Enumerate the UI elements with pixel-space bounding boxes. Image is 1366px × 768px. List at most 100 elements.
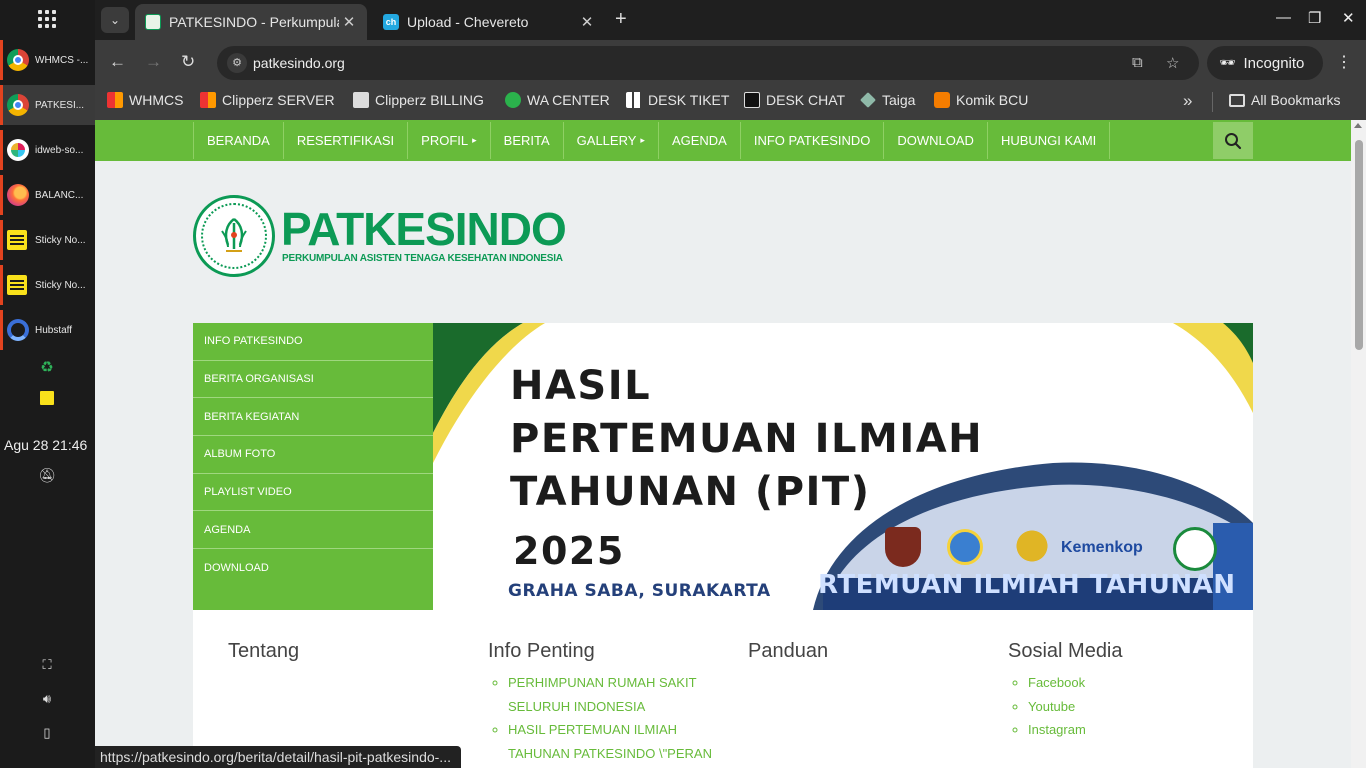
taskbar-item-slack[interactable]: idweb-so... xyxy=(0,130,95,170)
bookmark-label: Komik BCU xyxy=(956,92,1029,108)
app-grid-icon[interactable] xyxy=(36,9,58,29)
translate-icon[interactable]: ⧉ xyxy=(1132,54,1143,71)
footer-sosial-media: Sosial Media Facebook Youtube Instagram xyxy=(1008,640,1123,742)
side-berita-kegiatan[interactable]: BERITA KEGIATAN xyxy=(193,398,433,437)
url-text[interactable]: patkesindo.org xyxy=(253,55,345,71)
tab-patkesindo[interactable]: PATKESINDO - Perkumpulan ✕ xyxy=(135,4,367,40)
garuda-icon xyxy=(1007,523,1057,569)
taskbar-item-label: WHMCS -... xyxy=(35,54,89,66)
incognito-label: Incognito xyxy=(1243,54,1305,72)
logo-emblem-icon xyxy=(221,218,247,252)
stage-backdrop-text: RTEMUAN ILMIAH TAHUNAN xyxy=(818,570,1236,600)
bookmark-star-icon[interactable]: ☆ xyxy=(1166,54,1179,72)
bookmark-clipperz-server[interactable]: Clipperz SERVER xyxy=(200,92,335,108)
info-link-text[interactable]: PERHIMPUNAN RUMAH SAKIT SELURUH INDONESI… xyxy=(508,675,696,714)
brand-name[interactable]: PATKESINDO xyxy=(281,202,567,256)
bookmark-desk-tiket[interactable]: DESK TIKET xyxy=(626,92,729,108)
site-info-icon[interactable]: ⚙ xyxy=(227,53,247,73)
tab-search-button[interactable]: ⌄ xyxy=(101,7,129,33)
nav-resertifikasi[interactable]: RESERTIFIKASI xyxy=(284,122,409,159)
footer-heading: Tentang xyxy=(228,640,300,662)
link-text[interactable]: Instagram xyxy=(1028,722,1086,737)
patkesindo-logo[interactable] xyxy=(193,195,275,277)
address-bar[interactable]: ⚙ patkesindo.org ⧉ ☆ xyxy=(217,46,1199,80)
search-button[interactable] xyxy=(1213,122,1253,159)
back-icon[interactable]: ← xyxy=(109,52,126,72)
link-text[interactable]: Youtube xyxy=(1028,699,1075,714)
taskbar-item-label: Sticky No... xyxy=(35,234,86,246)
reload-icon[interactable]: ↻ xyxy=(181,52,195,72)
bookmark-clipperz-billing[interactable]: Clipperz BILLING xyxy=(353,92,484,108)
battery-icon[interactable]: ▯ xyxy=(37,725,57,745)
taskbar-item-hubstaff[interactable]: Hubstaff xyxy=(0,310,95,350)
forward-icon[interactable]: → xyxy=(145,52,162,72)
network-icon[interactable]: ⛶ xyxy=(37,657,57,677)
hero-banner[interactable]: HASIL PERTEMUAN ILMIAH TAHUNAN (PIT) 202… xyxy=(433,323,1253,610)
info-link[interactable]: PERHIMPUNAN RUMAH SAKIT SELURUH INDONESI… xyxy=(508,671,718,718)
link-status-bar: https://patkesindo.org/berita/detail/has… xyxy=(95,746,461,768)
clock[interactable]: Agu 28 21:46 xyxy=(4,437,87,453)
bookmark-taiga[interactable]: Taiga xyxy=(860,92,915,108)
all-bookmarks-button[interactable]: All Bookmarks xyxy=(1229,92,1340,108)
footer-panduan: Panduan xyxy=(748,640,828,671)
tab-title: PATKESINDO - Perkumpulan xyxy=(169,14,339,30)
side-info-patkesindo[interactable]: INFO PATKESINDO xyxy=(193,323,433,361)
scroll-up-icon[interactable] xyxy=(1354,123,1362,128)
side-playlist-video[interactable]: PLAYLIST VIDEO xyxy=(193,474,433,512)
tab-chevereto[interactable]: ch Upload - Chevereto ✕ xyxy=(373,4,605,40)
notifications-muted-icon[interactable]: 🔕︎ xyxy=(37,467,57,487)
side-download[interactable]: DOWNLOAD xyxy=(193,549,433,587)
more-bookmarks-icon[interactable]: » xyxy=(1183,91,1192,111)
bookmark-desk-chat[interactable]: DESK CHAT xyxy=(744,92,845,108)
taskbar-item-label: idweb-so... xyxy=(35,144,84,156)
facebook-link[interactable]: Facebook xyxy=(1028,671,1123,695)
sticky-tray-icon[interactable] xyxy=(37,391,57,411)
banner-line2: PERTEMUAN ILMIAH xyxy=(510,416,984,462)
recycle-icon[interactable]: ♻ xyxy=(37,358,57,378)
nav-profil[interactable]: PROFIL ▸ xyxy=(408,122,491,159)
bookmark-label: WHMCS xyxy=(129,92,184,108)
taskbar-item-label: PATKESI... xyxy=(35,99,85,111)
taskbar-item-patkesindo[interactable]: PATKESI... xyxy=(0,85,95,125)
menu-icon[interactable]: ⋮ xyxy=(1336,52,1352,72)
bookmark-whmcs[interactable]: WHMCS xyxy=(107,92,183,108)
close-window-icon[interactable]: ✕ xyxy=(1342,9,1355,27)
tab-strip: ⌄ PATKESINDO - Perkumpulan ✕ ch Upload -… xyxy=(95,0,1366,40)
nav-beranda[interactable]: BERANDA xyxy=(194,122,284,159)
page-scrollbar[interactable] xyxy=(1351,120,1366,768)
nav-agenda[interactable]: AGENDA xyxy=(659,122,741,159)
side-berita-organisasi[interactable]: BERITA ORGANISASI xyxy=(193,361,433,399)
nav-info-patkesindo[interactable]: INFO PATKESINDO xyxy=(741,122,885,159)
taskbar-item-firefox[interactable]: BALANC... xyxy=(0,175,95,215)
toolbar: ← → ↻ ⚙ patkesindo.org ⧉ ☆ 🕶︎ Incognito … xyxy=(95,40,1366,84)
restore-icon[interactable]: ❐ xyxy=(1308,9,1321,27)
nav-berita[interactable]: BERITA xyxy=(491,122,564,159)
nav-hubungi-kami[interactable]: HUBUNGI KAMI xyxy=(988,122,1111,159)
side-album-foto[interactable]: ALBUM FOTO xyxy=(193,436,433,474)
link-text[interactable]: Facebook xyxy=(1028,675,1085,690)
bookmark-komik-bcu[interactable]: Komik BCU xyxy=(934,92,1028,108)
side-agenda[interactable]: AGENDA xyxy=(193,511,433,550)
nav-gallery[interactable]: GALLERY ▸ xyxy=(564,122,659,159)
instagram-link[interactable]: Instagram xyxy=(1028,718,1123,742)
taskbar-item-sticky-2[interactable]: Sticky No... xyxy=(0,265,95,305)
bookmark-wa-center[interactable]: WA CENTER xyxy=(505,92,610,108)
clipperz-icon xyxy=(200,92,216,108)
nav-download[interactable]: DOWNLOAD xyxy=(884,122,988,159)
youtube-link[interactable]: Youtube xyxy=(1028,695,1123,719)
taskbar: WHMCS -... PATKESI... idweb-so... BALANC… xyxy=(0,0,95,768)
info-link[interactable]: HASIL PERTEMUAN ILMIAH TAHUNAN PATKESIND… xyxy=(508,718,718,765)
taskbar-item-sticky-1[interactable]: Sticky No... xyxy=(0,220,95,260)
taskbar-item-whmcs[interactable]: WHMCS -... xyxy=(0,40,95,80)
incognito-badge[interactable]: 🕶︎ Incognito xyxy=(1207,46,1323,80)
minimize-icon[interactable]: — xyxy=(1276,9,1291,26)
footer-heading: Sosial Media xyxy=(1008,640,1123,662)
volume-icon[interactable]: 🔊︎ xyxy=(37,691,57,711)
close-tab-icon[interactable]: ✕ xyxy=(577,13,597,31)
bookmarks-bar: WHMCS Clipperz SERVER Clipperz BILLING W… xyxy=(95,84,1366,120)
close-tab-icon[interactable]: ✕ xyxy=(339,13,359,31)
new-tab-icon[interactable]: + xyxy=(615,8,627,31)
chevereto-favicon: ch xyxy=(383,14,399,30)
scrollbar-thumb[interactable] xyxy=(1355,140,1363,350)
info-link-text[interactable]: HASIL PERTEMUAN ILMIAH TAHUNAN PATKESIND… xyxy=(508,722,712,761)
